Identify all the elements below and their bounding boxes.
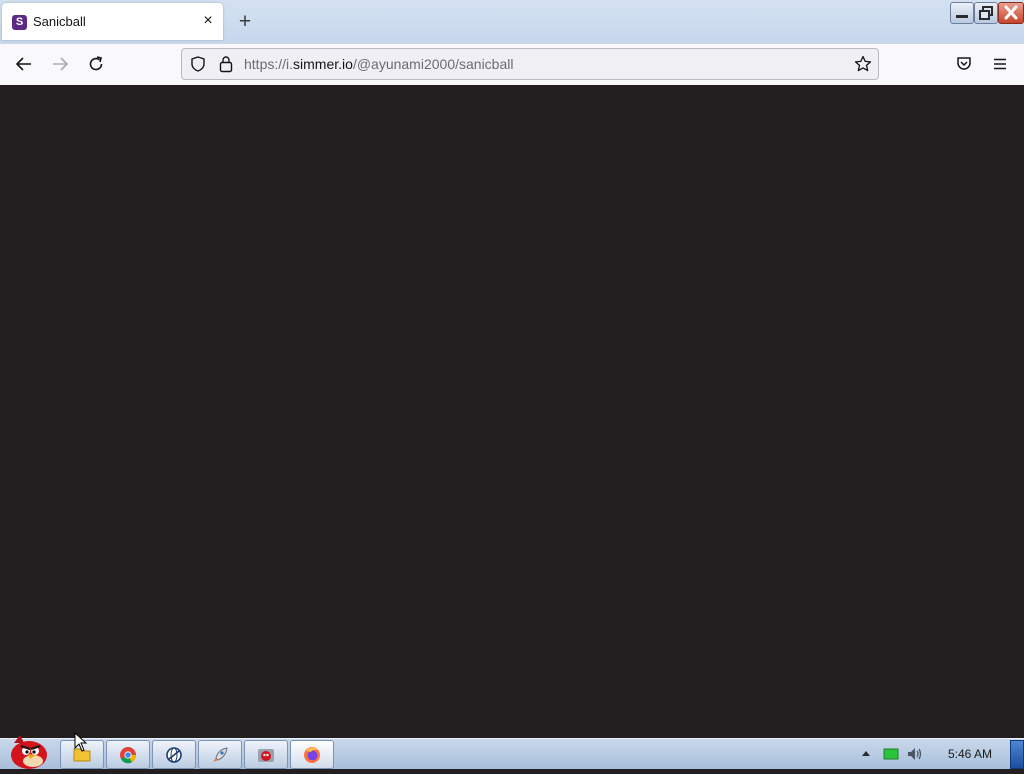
taskbar: 5:46 AM <box>0 735 1024 769</box>
tab-sanicball[interactable]: S Sanicball × <box>2 3 223 40</box>
taskbar-bird-app-button[interactable] <box>244 740 288 769</box>
rocket-icon <box>213 747 228 762</box>
url-scheme: https://i. <box>244 56 294 72</box>
restore-button[interactable] <box>974 2 998 24</box>
pocket-icon <box>957 57 971 70</box>
forward-button[interactable] <box>47 52 73 78</box>
reload-button[interactable] <box>83 52 109 78</box>
firefox-icon <box>304 747 320 763</box>
tab-close-button[interactable]: × <box>200 13 216 29</box>
taskbar-globe-button[interactable] <box>152 740 196 769</box>
padlock-icon[interactable] <box>218 55 234 73</box>
star-icon[interactable] <box>854 55 872 73</box>
simmer-favicon-icon: S <box>12 15 27 30</box>
volume-icon[interactable] <box>906 746 924 762</box>
show-desktop-button[interactable] <box>1010 740 1024 769</box>
start-button[interactable] <box>2 731 52 769</box>
restore-icon <box>979 6 993 20</box>
mouse-cursor-icon <box>74 732 88 752</box>
taskbar-chrome-button[interactable] <box>106 740 150 769</box>
hamburger-menu-icon <box>994 58 1006 70</box>
url-path: /@ayunami2000/sanicball <box>352 56 514 72</box>
url-text[interactable]: https://i.simmer.io/@ayunami2000/sanicba… <box>244 56 513 72</box>
taskbar-firefox-button[interactable] <box>290 740 334 769</box>
forward-arrow-icon <box>53 57 69 71</box>
minimize-button[interactable] <box>950 2 974 24</box>
show-hidden-icons-icon[interactable] <box>860 748 872 758</box>
taskbar-rocket-button[interactable] <box>198 740 242 769</box>
reload-icon <box>89 56 103 71</box>
back-button[interactable] <box>11 52 37 78</box>
new-tab-button[interactable]: + <box>234 11 256 33</box>
globe-icon <box>166 747 182 763</box>
network-icon[interactable] <box>883 748 899 760</box>
back-arrow-icon <box>15 57 31 71</box>
url-host: simmer.io <box>293 56 353 72</box>
pocket-button[interactable] <box>951 52 977 78</box>
web-page-content[interactable] <box>0 85 1024 738</box>
red-bird-icon <box>258 749 274 762</box>
app-menu-button[interactable] <box>987 52 1013 78</box>
navigation-toolbar: https://i.simmer.io/@ayunami2000/sanicba… <box>0 44 1024 86</box>
tab-title: Sanicball <box>33 14 86 29</box>
close-window-button[interactable] <box>998 2 1024 24</box>
address-bar[interactable]: https://i.simmer.io/@ayunami2000/sanicba… <box>181 48 879 80</box>
red-bird-start-icon <box>11 735 47 769</box>
chrome-icon <box>120 747 137 764</box>
system-clock[interactable]: 5:46 AM <box>934 747 1006 761</box>
browser-title-bar: S Sanicball × + <box>0 0 1024 44</box>
tracking-protection-shield-icon[interactable] <box>190 56 206 72</box>
close-icon <box>1004 5 1018 20</box>
minimize-icon <box>956 15 968 18</box>
